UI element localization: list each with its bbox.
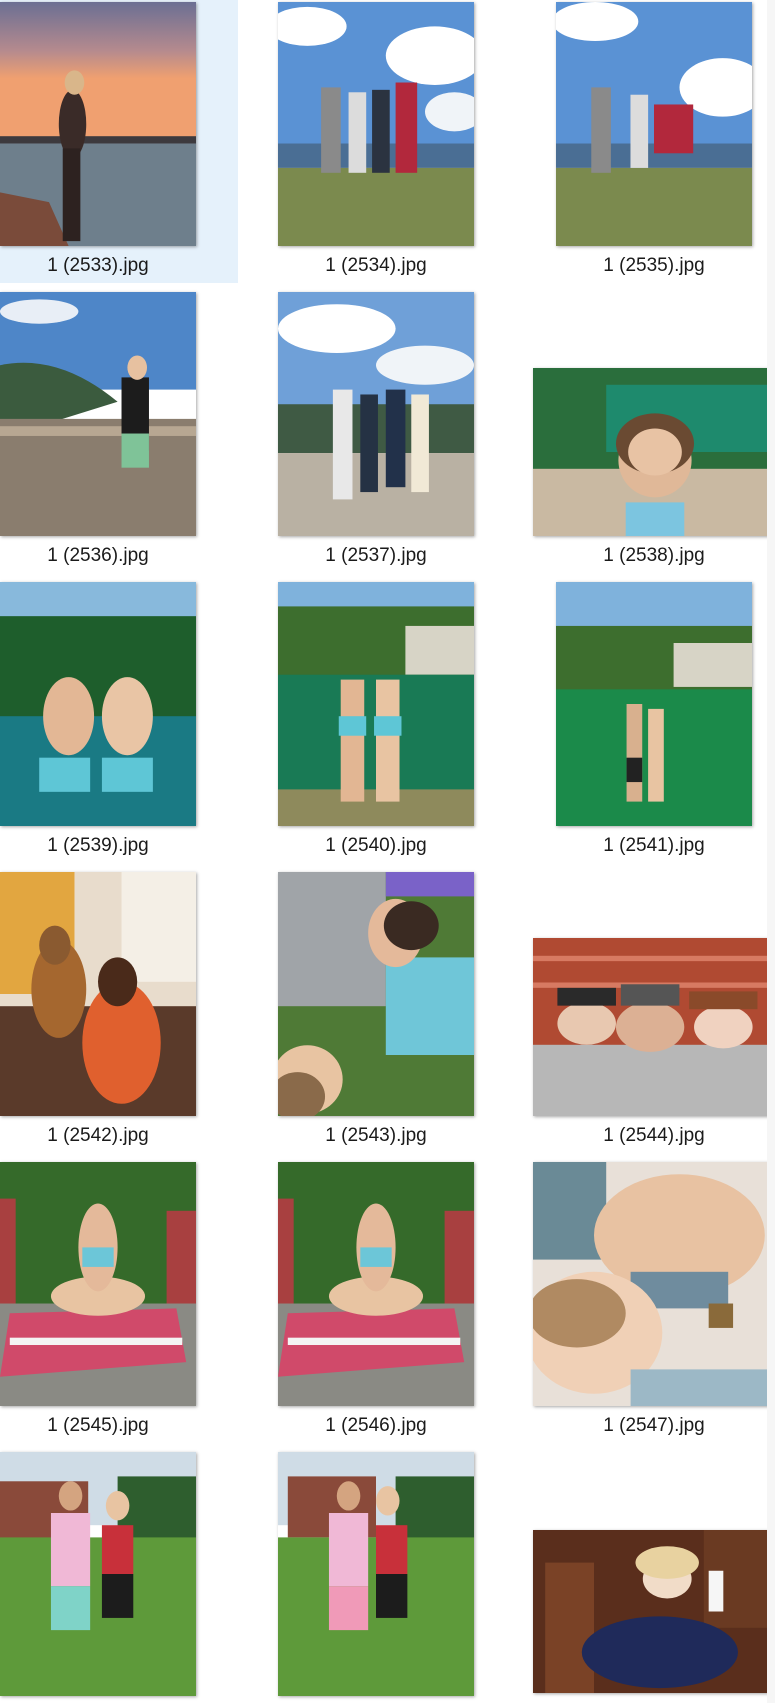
file-name: 1 (2541).jpg [603,835,705,856]
file-item[interactable]: 1 (2537).jpg [238,290,516,573]
image-thumbnail-icon [278,292,474,536]
file-name: 1 (2534).jpg [325,255,427,276]
file-name: 1 (2536).jpg [47,545,149,566]
file-item[interactable]: 1 (2540).jpg [238,580,516,863]
file-name: 1 (2542).jpg [47,1125,149,1146]
file-name: 1 (2537).jpg [325,545,427,566]
image-thumbnail-icon [278,1162,474,1406]
file-name: 1 (2533).jpg [47,255,149,276]
file-item[interactable] [0,1450,238,1703]
file-item[interactable]: 1 (2536).jpg [0,290,238,573]
file-item[interactable]: 1 (2534).jpg [238,0,516,283]
file-item[interactable]: 1 (2542).jpg [0,870,238,1153]
file-item[interactable]: 1 (2546).jpg [238,1160,516,1443]
image-thumbnail-icon [556,2,752,246]
image-thumbnail-icon [0,2,196,246]
file-item[interactable]: 1 (2533).jpg [0,0,238,283]
file-item[interactable] [516,1450,775,1703]
image-thumbnail-icon [0,1162,196,1406]
file-name: 1 (2544).jpg [603,1125,705,1146]
image-thumbnail-icon [278,1452,474,1696]
file-name: 1 (2547).jpg [603,1415,705,1436]
image-thumbnail-icon [0,582,196,826]
file-name: 1 (2535).jpg [603,255,705,276]
file-name: 1 (2545).jpg [47,1415,149,1436]
file-item[interactable]: 1 (2543).jpg [238,870,516,1153]
image-thumbnail-icon [0,872,196,1116]
file-name: 1 (2538).jpg [603,545,705,566]
scrollbar[interactable] [767,0,775,1703]
image-thumbnail-icon [278,2,474,246]
image-thumbnail-icon [533,938,775,1116]
file-item[interactable]: 1 (2547).jpg [516,1160,775,1443]
file-item[interactable]: 1 (2545).jpg [0,1160,238,1443]
file-item[interactable]: 1 (2539).jpg [0,580,238,863]
file-thumbnail-grid: 1 (2533).jpg 1 (2534).jpg 1 (2535).jpg 1… [0,0,775,1703]
image-thumbnail-icon [278,872,474,1116]
image-thumbnail-icon [533,1530,775,1693]
image-thumbnail-icon [533,368,775,536]
file-item[interactable]: 1 (2535).jpg [516,0,775,283]
file-item[interactable]: 1 (2541).jpg [516,580,775,863]
image-thumbnail-icon [0,1452,196,1696]
image-thumbnail-icon [0,292,196,536]
file-name: 1 (2539).jpg [47,835,149,856]
file-name: 1 (2543).jpg [325,1125,427,1146]
file-item[interactable] [238,1450,516,1703]
file-name: 1 (2546).jpg [325,1415,427,1436]
image-thumbnail-icon [278,582,474,826]
image-thumbnail-icon [533,1162,775,1406]
image-thumbnail-icon [556,582,752,826]
file-item[interactable]: 1 (2544).jpg [516,870,775,1153]
file-name: 1 (2540).jpg [325,835,427,856]
file-item[interactable]: 1 (2538).jpg [516,290,775,573]
